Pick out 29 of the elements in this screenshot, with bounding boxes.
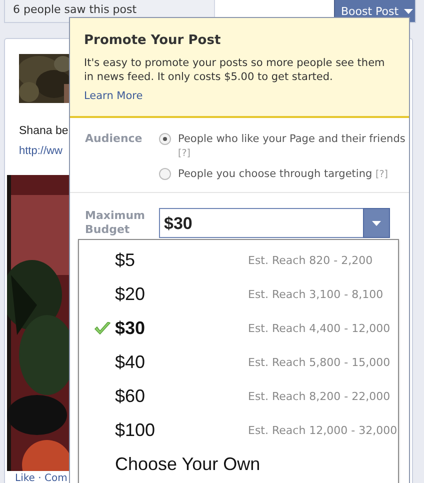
checkmark-icon [94, 322, 110, 334]
radio-button[interactable] [159, 133, 171, 145]
budget-option[interactable]: $30 Est. Reach 4,400 - 12,000 [79, 311, 398, 345]
budget-option[interactable]: Choose Your Own [79, 447, 398, 481]
post-link[interactable]: http://ww [19, 145, 62, 157]
audience-option-label[interactable]: People you choose through targeting [178, 167, 372, 181]
popup-title: Promote Your Post [84, 33, 222, 48]
budget-option[interactable]: $40 Est. Reach 5,800 - 15,000 [79, 345, 398, 379]
post-text: Shana be [19, 125, 68, 137]
reach-estimate: Est. Reach 820 - 2,200 [248, 254, 373, 266]
budget-select[interactable]: $30 [159, 208, 390, 238]
reach-estimate: Est. Reach 4,400 - 12,000 [248, 322, 390, 334]
audience-label: Audience [85, 132, 144, 147]
learn-more-link[interactable]: Learn More [84, 90, 143, 102]
audience-option-label[interactable]: People who like your Page and their friends [178, 132, 406, 146]
reach-estimate: Est. Reach 8,200 - 22,000 [248, 390, 390, 402]
caret-icon [372, 220, 381, 226]
reach-estimate: Est. Reach 5,800 - 15,000 [248, 356, 390, 368]
radio-button[interactable] [159, 168, 171, 180]
like-comment-links[interactable]: Like · Com [15, 473, 68, 483]
reach-estimate: Est. Reach 12,000 - 32,000 [248, 424, 398, 436]
budget-option[interactable]: $100 Est. Reach 12,000 - 32,000 [79, 413, 398, 447]
reach-estimate: Est. Reach 3,100 - 8,100 [248, 288, 384, 300]
budget-label: Maximum Budget [85, 209, 146, 238]
caret-icon [404, 8, 413, 14]
budget-option[interactable]: $20 Est. Reach 3,100 - 8,100 [79, 277, 398, 311]
popup-description: It's easy to promote your posts so more people see them in news feed. It only costs $5.00 to get started. [84, 56, 386, 84]
budget-option[interactable]: $60 Est. Reach 8,200 - 22,000 [79, 379, 398, 413]
budget-option[interactable]: $5 Est. Reach 820 - 2,200 [79, 243, 398, 277]
